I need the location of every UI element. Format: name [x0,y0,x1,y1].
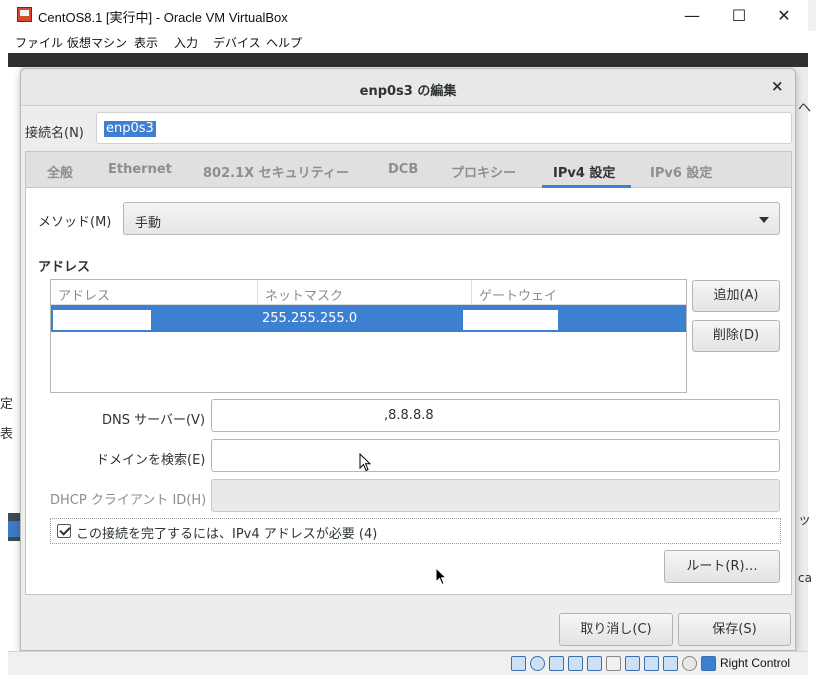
search-domain-label: ドメインを検索(E) [96,453,206,468]
host-titlebar: CentOS8.1 [実行中] - Oracle VM VirtualBox —… [0,0,816,31]
active-tab-indicator [542,185,631,188]
address-cell[interactable] [53,310,151,330]
column-header-address[interactable]: アドレス [51,280,258,305]
connection-name-value: enp0s3 [104,121,156,137]
guest-background-strip [8,67,20,651]
cancel-button[interactable]: 取り消し(C) [559,613,673,646]
tab-proxy[interactable]: プロキシー [451,162,516,181]
address-table[interactable]: アドレス ネットマスク ゲートウェイ 255.255.255.0 [50,279,687,393]
tab-ethernet[interactable]: Ethernet [108,162,172,177]
mouse-pointer-icon [435,566,448,591]
dns-server-value: ,8.8.8.8 [384,408,434,423]
optical-drive-status-icon[interactable] [530,656,545,671]
guest-top-bar [8,53,808,67]
address-section-title: アドレス [38,260,91,275]
dhcp-client-id-input [211,479,780,512]
mouse-integration-status-icon[interactable] [682,656,697,671]
method-dropdown[interactable]: 手動 [123,202,780,235]
require-ipv4-label[interactable]: この接続を完了するには、IPv4 アドレスが必要 (4) [76,523,377,542]
menu-devices[interactable]: デバイス [213,34,261,51]
method-value: 手動 [135,216,162,231]
chevron-down-icon [759,217,769,223]
connection-name-label: 接続名(N) [25,126,84,141]
delete-address-button[interactable]: 削除(D) [692,320,780,352]
audio-status-icon[interactable] [549,656,564,671]
virtualbox-app-icon [17,7,32,22]
host-menubar: ファイル 仮想マシン 表示 入力 デバイス ヘルプ [0,31,808,53]
keyboard-capture-status-icon[interactable] [701,656,716,671]
edit-connection-dialog: enp0s3 の編集 × 接続名(N) enp0s3 全般 Ethernet 8… [20,68,796,651]
background-text: 定 [0,397,14,412]
display-status-icon[interactable] [625,656,640,671]
dialog-header: enp0s3 の編集 × [21,69,795,106]
save-button[interactable]: 保存(S) [678,613,791,646]
background-text: ッ [798,513,812,528]
tab-ipv6-settings[interactable]: IPv6 設定 [650,162,712,181]
dialog-title: enp0s3 の編集 [359,84,457,99]
dns-server-input[interactable]: ,8.8.8.8 [211,399,780,432]
guest-background-selection [8,521,20,537]
network-status-icon[interactable] [568,656,583,671]
host-status-bar: Right Control [8,651,808,675]
host-key-label: Right Control [720,656,791,670]
background-text: ヘ [798,101,812,116]
menu-input[interactable]: 入力 [174,34,198,51]
menu-file[interactable]: ファイル [15,34,63,51]
menu-help[interactable]: ヘルプ [266,34,302,51]
hard-disk-status-icon[interactable] [511,656,526,671]
column-header-gateway[interactable]: ゲートウェイ [472,280,686,305]
tab-dcb[interactable]: DCB [388,162,418,177]
minimize-button[interactable]: — [670,3,714,29]
maximize-button[interactable]: ☐ [717,3,761,29]
tab-general[interactable]: 全般 [47,162,73,181]
connection-name-input[interactable]: enp0s3 [96,112,792,144]
dns-server-label: DNS サーバー(V) [102,413,206,428]
table-row[interactable]: 255.255.255.0 [51,305,686,332]
search-domain-input[interactable] [211,439,780,472]
routes-button[interactable]: ルート(R)… [664,550,780,583]
tab-8021x-security[interactable]: 802.1X セキュリティー [203,162,349,181]
background-text: ca [798,571,812,585]
background-text: 表 [0,427,14,442]
require-ipv4-checkbox[interactable] [57,524,71,538]
column-header-netmask[interactable]: ネットマスク [258,280,472,305]
settings-notebook: 全般 Ethernet 802.1X セキュリティー DCB プロキシー IPv… [25,151,792,595]
netmask-cell[interactable]: 255.255.255.0 [262,311,357,326]
host-window-title: CentOS8.1 [実行中] - Oracle VM VirtualBox [38,10,288,25]
dhcp-client-id-label: DHCP クライアント ID(H) [50,493,207,508]
add-address-button[interactable]: 追加(A) [692,280,780,312]
tab-ipv4-settings[interactable]: IPv4 設定 [553,162,615,181]
usb-status-icon[interactable] [587,656,602,671]
tab-bar: 全般 Ethernet 802.1X セキュリティー DCB プロキシー IPv… [26,152,791,188]
method-label: メソッド(M) [38,215,112,230]
cpu-status-icon[interactable] [663,656,678,671]
shared-folders-status-icon[interactable] [606,656,621,671]
require-ipv4-option[interactable]: この接続を完了するには、IPv4 アドレスが必要 (4) [50,518,781,544]
menu-machine[interactable]: 仮想マシン [67,34,127,51]
menu-view[interactable]: 表示 [134,34,158,51]
gateway-cell[interactable] [463,310,558,330]
close-window-button[interactable]: ✕ [762,3,806,29]
dialog-close-button[interactable]: × [771,77,784,95]
recording-status-icon[interactable] [644,656,659,671]
text-cursor-pointer-icon [359,452,372,477]
